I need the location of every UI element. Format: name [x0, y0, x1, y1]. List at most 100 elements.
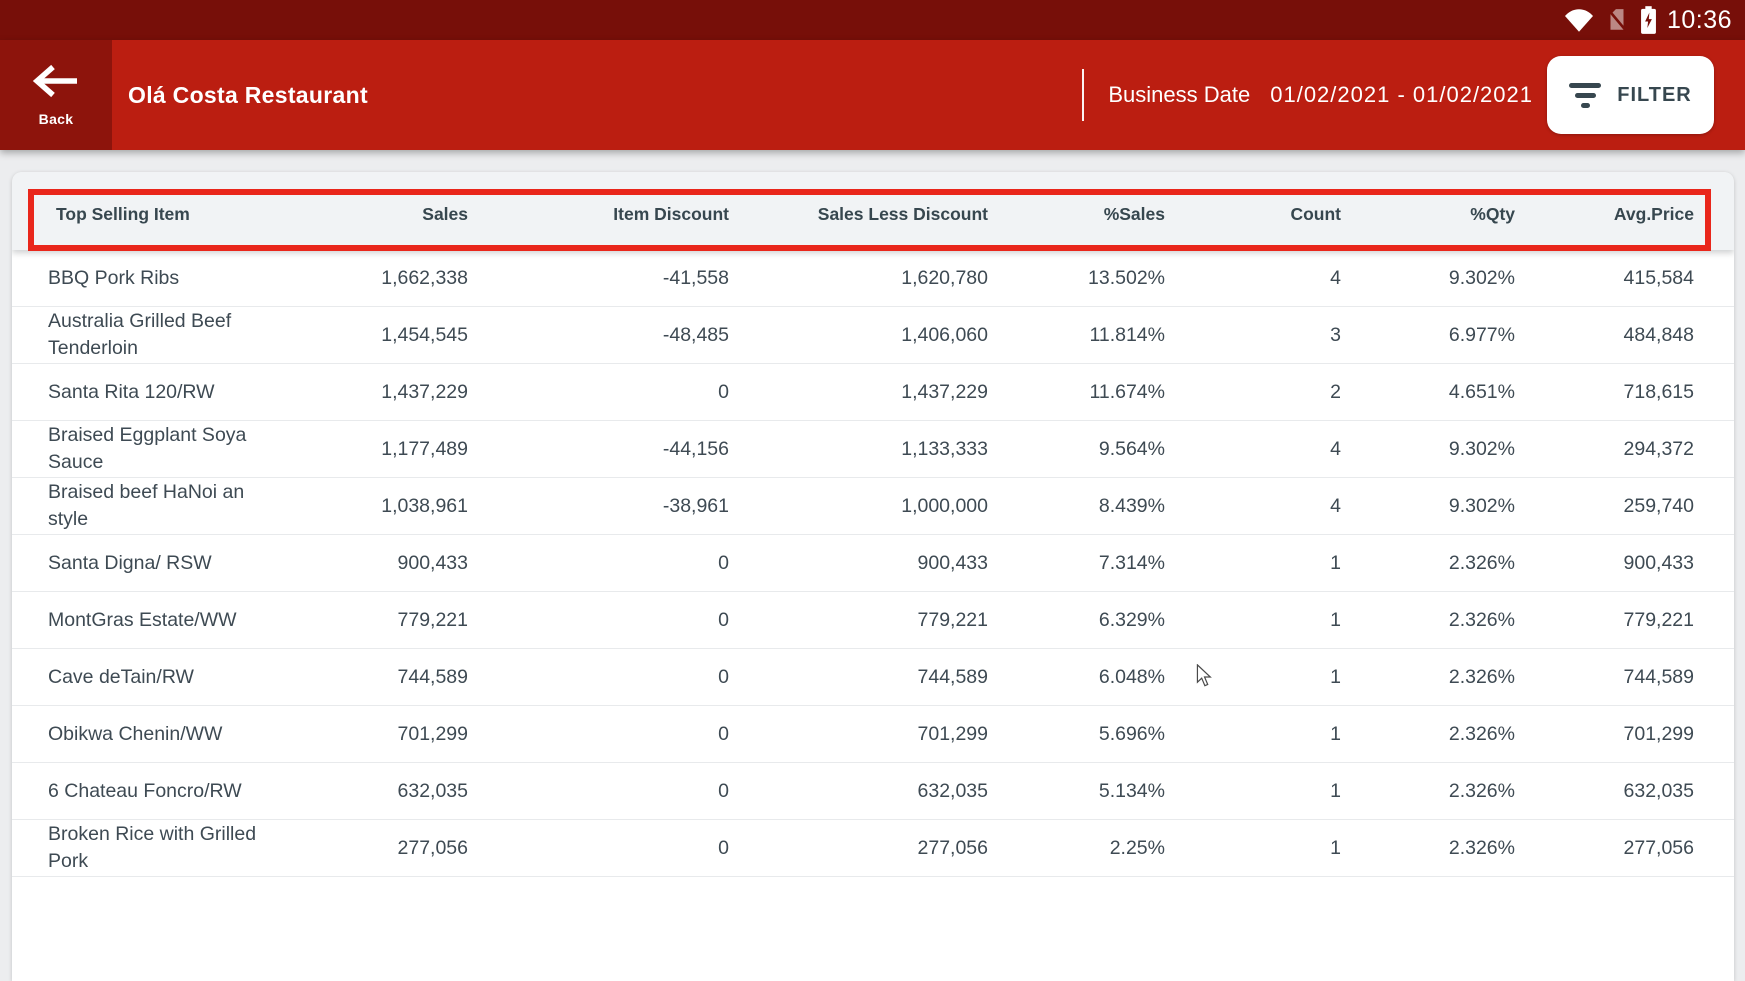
sales-less-discount-cell: 1,133,333 [729, 436, 988, 463]
item-name-cell: MontGras Estate/WW [12, 607, 322, 634]
item-discount-cell: 0 [468, 550, 729, 577]
table-row[interactable]: 6 Chateau Foncro/RW632,0350632,0355.134%… [12, 763, 1734, 820]
column-header-avg-price[interactable]: Avg.Price [1515, 172, 1734, 250]
sales-less-discount-cell: 277,056 [729, 835, 988, 862]
sales-cell: 1,437,229 [322, 379, 468, 406]
item-name-cell: BBQ Pork Ribs [12, 265, 322, 292]
column-header-top-selling-item[interactable]: Top Selling Item [12, 172, 322, 250]
sales-less-discount-cell: 1,437,229 [729, 379, 988, 406]
item-name-cell: Santa Digna/ RSW [12, 550, 322, 577]
table-row[interactable]: Australia Grilled Beef Tenderloin1,454,5… [12, 307, 1734, 364]
sales-less-discount-cell: 701,299 [729, 721, 988, 748]
filter-label: FILTER [1617, 84, 1692, 107]
sales-less-discount-cell: 1,620,780 [729, 265, 988, 292]
count-cell: 3 [1165, 322, 1341, 349]
count-cell: 2 [1165, 379, 1341, 406]
avg-price-cell: 900,433 [1515, 550, 1734, 577]
sales-cell: 900,433 [322, 550, 468, 577]
pct-qty-cell: 9.302% [1341, 493, 1515, 520]
item-discount-cell: 0 [468, 721, 729, 748]
pct-qty-cell: 2.326% [1341, 835, 1515, 862]
column-header-qty[interactable]: %Qty [1341, 172, 1515, 250]
count-cell: 1 [1165, 835, 1341, 862]
back-button[interactable]: Back [0, 40, 112, 150]
avg-price-cell: 484,848 [1515, 322, 1734, 349]
table-row[interactable]: Obikwa Chenin/WW701,2990701,2995.696%12.… [12, 706, 1734, 763]
sales-less-discount-cell: 1,000,000 [729, 493, 988, 520]
table-row[interactable]: Santa Rita 120/RW1,437,22901,437,22911.6… [12, 364, 1734, 421]
sales-cell: 277,056 [322, 835, 468, 862]
count-cell: 4 [1165, 493, 1341, 520]
pct-sales-cell: 5.696% [988, 721, 1165, 748]
report-table-card: Top Selling ItemSalesItem DiscountSales … [12, 172, 1734, 981]
pct-qty-cell: 2.326% [1341, 721, 1515, 748]
count-cell: 1 [1165, 550, 1341, 577]
pct-sales-cell: 13.502% [988, 265, 1165, 292]
table-header-row: Top Selling ItemSalesItem DiscountSales … [12, 172, 1734, 250]
item-name-cell: Cave deTain/RW [12, 664, 322, 691]
table-row[interactable]: Santa Digna/ RSW900,4330900,4337.314%12.… [12, 535, 1734, 592]
item-discount-cell: 0 [468, 778, 729, 805]
table-row[interactable]: BBQ Pork Ribs1,662,338-41,5581,620,78013… [12, 250, 1734, 307]
table-row[interactable]: MontGras Estate/WW779,2210779,2216.329%1… [12, 592, 1734, 649]
pct-sales-cell: 9.564% [988, 436, 1165, 463]
table-row[interactable]: Braised beef HaNoi an style1,038,961-38,… [12, 478, 1734, 535]
item-discount-cell: -41,558 [468, 265, 729, 292]
pct-qty-cell: 2.326% [1341, 550, 1515, 577]
table-row[interactable]: Braised Eggplant Soya Sauce1,177,489-44,… [12, 421, 1734, 478]
pct-sales-cell: 2.25% [988, 835, 1165, 862]
pct-qty-cell: 9.302% [1341, 436, 1515, 463]
pct-sales-cell: 11.674% [988, 379, 1165, 406]
sales-cell: 1,454,545 [322, 322, 468, 349]
table-row[interactable]: Broken Rice with Grilled Pork277,0560277… [12, 820, 1734, 877]
column-header-sales[interactable]: %Sales [988, 172, 1165, 250]
column-header-sales-less-discount[interactable]: Sales Less Discount [729, 172, 988, 250]
wifi-icon [1564, 8, 1594, 33]
count-cell: 1 [1165, 778, 1341, 805]
item-name-cell: Santa Rita 120/RW [12, 379, 322, 406]
column-header-sales[interactable]: Sales [322, 172, 468, 250]
item-discount-cell: 0 [468, 607, 729, 634]
item-discount-cell: -48,485 [468, 322, 729, 349]
pct-qty-cell: 2.326% [1341, 607, 1515, 634]
sales-less-discount-cell: 744,589 [729, 664, 988, 691]
pct-qty-cell: 2.326% [1341, 778, 1515, 805]
item-discount-cell: 0 [468, 835, 729, 862]
sales-less-discount-cell: 632,035 [729, 778, 988, 805]
sales-less-discount-cell: 779,221 [729, 607, 988, 634]
item-name-cell: Braised beef HaNoi an style [12, 479, 322, 533]
status-time: 10:36 [1667, 6, 1732, 35]
table-row[interactable]: Cave deTain/RW744,5890744,5896.048%12.32… [12, 649, 1734, 706]
page-title: Olá Costa Restaurant [128, 82, 368, 109]
pct-qty-cell: 6.977% [1341, 322, 1515, 349]
sales-cell: 1,662,338 [322, 265, 468, 292]
business-date-label: Business Date [1108, 82, 1250, 108]
pct-sales-cell: 6.329% [988, 607, 1165, 634]
avg-price-cell: 632,035 [1515, 778, 1734, 805]
status-bar: 10:36 [0, 0, 1745, 40]
back-arrow-icon [31, 64, 81, 98]
avg-price-cell: 415,584 [1515, 265, 1734, 292]
business-date-value[interactable]: 01/02/2021 - 01/02/2021 [1270, 82, 1533, 108]
avg-price-cell: 294,372 [1515, 436, 1734, 463]
column-header-count[interactable]: Count [1165, 172, 1341, 250]
sales-cell: 1,038,961 [322, 493, 468, 520]
avg-price-cell: 259,740 [1515, 493, 1734, 520]
avg-price-cell: 718,615 [1515, 379, 1734, 406]
sim-missing-icon [1604, 7, 1630, 33]
sales-cell: 1,177,489 [322, 436, 468, 463]
item-discount-cell: -38,961 [468, 493, 729, 520]
pct-sales-cell: 5.134% [988, 778, 1165, 805]
filter-button[interactable]: FILTER [1547, 56, 1714, 134]
item-name-cell: Broken Rice with Grilled Pork [12, 821, 322, 875]
filter-icon [1569, 83, 1601, 108]
count-cell: 4 [1165, 436, 1341, 463]
pct-sales-cell: 11.814% [988, 322, 1165, 349]
battery-charging-icon [1640, 6, 1657, 34]
avg-price-cell: 701,299 [1515, 721, 1734, 748]
column-header-item-discount[interactable]: Item Discount [468, 172, 729, 250]
sales-cell: 744,589 [322, 664, 468, 691]
sales-cell: 779,221 [322, 607, 468, 634]
sales-less-discount-cell: 1,406,060 [729, 322, 988, 349]
avg-price-cell: 779,221 [1515, 607, 1734, 634]
